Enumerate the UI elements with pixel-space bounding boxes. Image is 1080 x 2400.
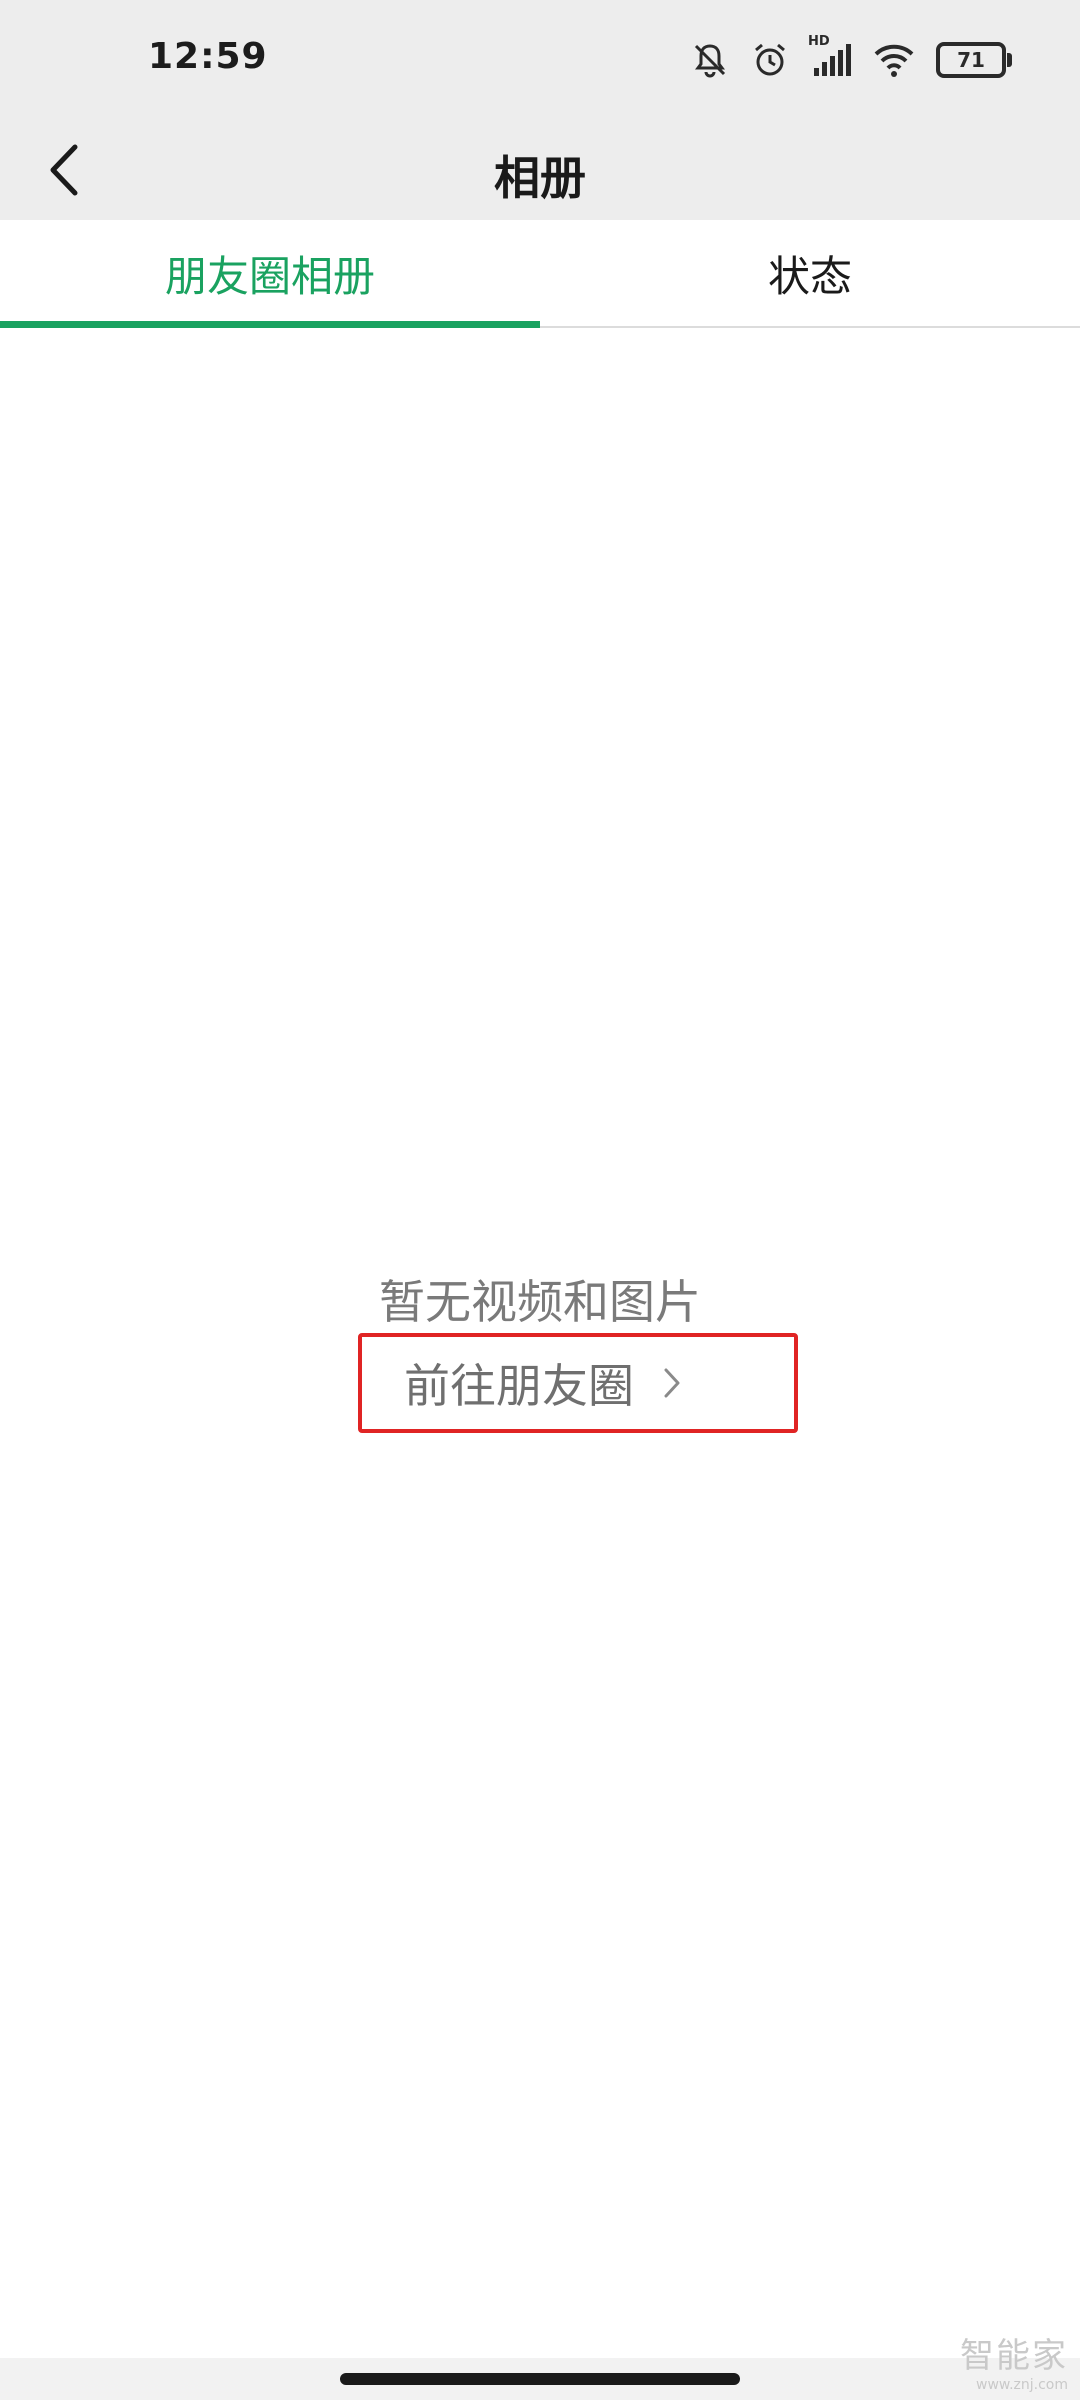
goto-moments-label: 前往朋友圈 — [404, 1359, 634, 1413]
battery-icon: 71 — [936, 42, 1012, 78]
status-bar: 12:59 HD 71 — [0, 0, 1080, 120]
active-tab-indicator — [0, 321, 540, 328]
title-bar: 相册 — [0, 120, 1080, 220]
tab-label: 朋友圈相册 — [164, 251, 375, 301]
home-indicator[interactable] — [340, 2373, 740, 2385]
mute-bell-icon — [694, 44, 726, 78]
page-title: 相册 — [494, 151, 586, 205]
tab-moments-album[interactable]: 朋友圈相册 — [0, 220, 540, 328]
tab-bar: 朋友圈相册 状态 — [0, 220, 1080, 328]
status-time: 12:59 — [148, 36, 268, 77]
chevron-right-icon — [662, 1366, 682, 1400]
watermark: 智能家 www.znj.com — [960, 2328, 1068, 2393]
network-label: HD — [808, 34, 830, 49]
status-icons: HD 71 — [690, 34, 1012, 82]
battery-level: 71 — [957, 48, 985, 72]
goto-moments-link[interactable]: 前往朋友圈 — [358, 1333, 798, 1433]
watermark-text: 智能家 — [960, 2336, 1068, 2376]
tab-label: 状态 — [767, 251, 852, 301]
watermark-url: www.znj.com — [976, 2377, 1068, 2393]
tab-status[interactable]: 状态 — [540, 220, 1080, 326]
empty-state-message: 暂无视频和图片 — [379, 1275, 701, 1329]
wifi-icon — [874, 44, 914, 77]
signal-indicator: HD — [808, 34, 852, 80]
alarm-icon — [755, 43, 785, 76]
